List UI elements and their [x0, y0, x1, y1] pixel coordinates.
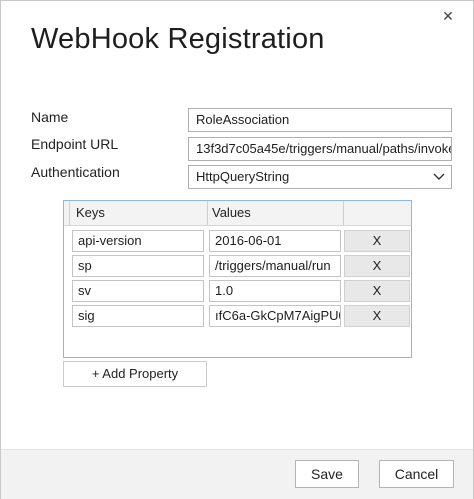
grid-column-separator	[207, 201, 208, 225]
grid-column-separator	[69, 201, 70, 225]
endpoint-url-label: Endpoint URL	[31, 136, 119, 152]
authentication-label: Authentication	[31, 164, 120, 180]
key-cell[interactable]: sv	[72, 280, 204, 302]
remove-row-button[interactable]: X	[344, 230, 410, 252]
endpoint-url-field[interactable]: 13f3d7c05a45e/triggers/manual/paths/invo…	[188, 137, 452, 161]
save-button[interactable]: Save	[295, 460, 359, 488]
value-cell[interactable]: 2016-06-01	[209, 230, 341, 252]
name-field[interactable]: RoleAssociation	[188, 108, 452, 132]
add-property-button[interactable]: + Add Property	[63, 361, 207, 387]
dialog-window: ✕ WebHook Registration Name RoleAssociat…	[0, 0, 474, 499]
remove-row-button[interactable]: X	[344, 255, 410, 277]
key-cell[interactable]: api-version	[72, 230, 204, 252]
value-cell[interactable]: 1.0	[209, 280, 341, 302]
values-column-header: Values	[212, 205, 251, 220]
name-label: Name	[31, 109, 69, 125]
keys-column-header: Keys	[76, 205, 105, 220]
grid-column-separator	[343, 201, 344, 225]
key-cell[interactable]: sp	[72, 255, 204, 277]
dialog-title: WebHook Registration	[31, 23, 325, 55]
value-cell[interactable]: /triggers/manual/run	[209, 255, 341, 277]
authentication-select-value: HttpQueryString	[196, 169, 290, 184]
authentication-select[interactable]: HttpQueryString	[188, 165, 452, 189]
remove-row-button[interactable]: X	[344, 305, 410, 327]
query-parameters-grid: Keys Values api-version 2016-06-01 X sp …	[63, 200, 412, 358]
key-cell[interactable]: sig	[72, 305, 204, 327]
grid-header: Keys Values	[64, 201, 411, 226]
value-cell[interactable]: ıfC6a-GkCpM7AigPU0	[209, 305, 341, 327]
remove-row-button[interactable]: X	[344, 280, 410, 302]
cancel-button[interactable]: Cancel	[379, 460, 454, 488]
chevron-down-icon	[433, 166, 445, 188]
close-icon[interactable]: ✕	[437, 5, 459, 27]
